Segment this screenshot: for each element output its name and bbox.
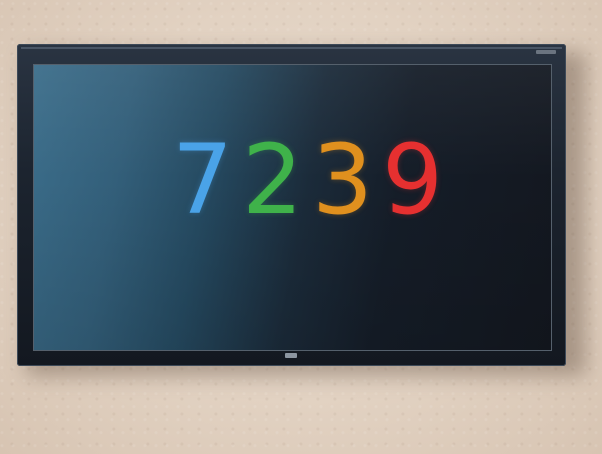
brand-badge-icon bbox=[536, 50, 556, 54]
bezel-highlight bbox=[21, 47, 562, 49]
digit-4: 9 bbox=[381, 124, 445, 236]
power-indicator-icon bbox=[285, 353, 297, 358]
number-display: 7 2 3 9 bbox=[169, 125, 447, 235]
tv-frame: 7 2 3 9 bbox=[17, 44, 566, 366]
digit-1: 7 bbox=[171, 124, 235, 236]
digit-3: 3 bbox=[311, 124, 375, 236]
tv-screen: 7 2 3 9 bbox=[33, 64, 552, 351]
digit-2: 2 bbox=[241, 124, 305, 236]
